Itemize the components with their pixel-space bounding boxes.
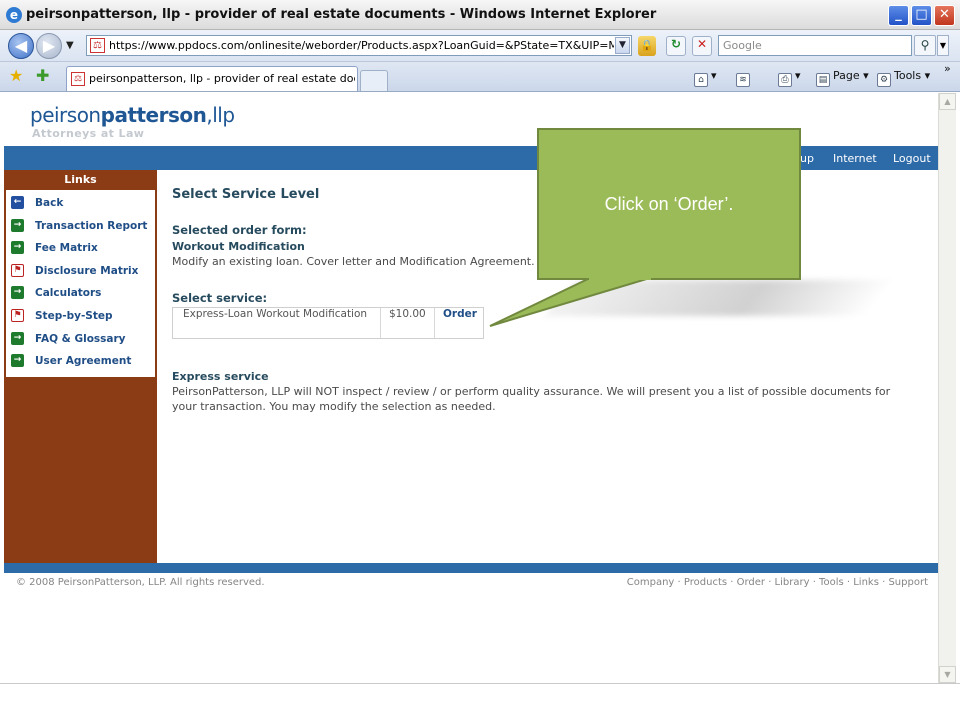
sidebar-item-calculators[interactable]: → Calculators (6, 282, 155, 305)
page-icon: ▤ (816, 73, 830, 87)
logo-suffix-text: ,llp (206, 103, 235, 127)
vertical-scrollbar[interactable]: ▲ ▼ (938, 93, 956, 683)
rss-icon: ≋ (736, 73, 750, 87)
browser-tab[interactable]: ⚖ peirsonpatterson, llp - provider of re… (66, 66, 358, 91)
tab-toolbar: ★ ✚ ⚖ peirsonpatterson, llp - provider o… (0, 62, 960, 92)
form-description: Modify an existing loan. Cover letter an… (172, 255, 535, 268)
sidebar-item-label: Calculators (35, 287, 102, 300)
express-service-line-2: your transaction. You may modify the sel… (172, 400, 496, 413)
sidebar-item-label: Step-by-Step (35, 309, 113, 322)
form-name: Workout Modification (172, 240, 305, 253)
sidebar-item-label: Disclosure Matrix (35, 264, 139, 277)
feeds-button[interactable]: ≋ (736, 69, 753, 87)
address-toolbar: ◀ ▶ ▼ ⚖ https://www.ppdocs.com/onlinesit… (0, 30, 960, 62)
logo-light-text: peirson (30, 103, 101, 127)
sidebar-item-transaction-report[interactable]: → Transaction Report (6, 215, 155, 238)
pdf-icon: ⚑ (11, 308, 24, 322)
sidebar-item-label: Back (35, 197, 64, 209)
favorites-star-icon[interactable]: ★ (9, 66, 23, 85)
sidebar-item-fee-matrix[interactable]: → Fee Matrix (6, 237, 155, 260)
topnav-item-logout[interactable]: Logout (893, 152, 931, 165)
close-button[interactable]: ✕ (934, 5, 955, 26)
sidebar-item-back[interactable]: ← Back (6, 192, 155, 215)
add-favorites-icon[interactable]: ✚ (36, 66, 49, 85)
tools-menu-label: Tools (894, 69, 922, 82)
footer-links[interactable]: Company · Products · Order · Library · T… (627, 577, 928, 588)
tab-title: peirsonpatterson, llp - provider of real… (89, 72, 355, 85)
arrow-right-icon: → (11, 218, 24, 232)
stop-icon[interactable]: ✕ (692, 36, 712, 56)
window-title: peirsonpatterson, llp - provider of real… (26, 7, 657, 22)
sidebar-item-label: User Agreement (35, 355, 132, 368)
recent-pages-dropdown[interactable]: ▼ (66, 40, 74, 51)
back-button[interactable]: ◀ (8, 33, 34, 59)
page-title: Select Service Level (172, 187, 320, 202)
instruction-callout: Click on ‘Order’. (537, 128, 801, 280)
refresh-icon[interactable]: ↻ (666, 36, 686, 56)
order-link[interactable]: Order (435, 308, 485, 338)
site-favicon-icon: ⚖ (90, 38, 105, 53)
scroll-up-arrow-icon[interactable]: ▲ (939, 93, 956, 110)
status-bar (0, 683, 960, 720)
address-field[interactable]: ⚖ https://www.ppdocs.com/onlinesite/webo… (86, 35, 632, 56)
lock-icon[interactable]: 🔒 (638, 36, 656, 56)
sidebar-item-user-agreement[interactable]: → User Agreement (6, 350, 155, 373)
tools-menu[interactable]: ⚙ Tools ▾ (877, 69, 930, 87)
page-menu-label: Page (833, 69, 860, 82)
address-url: https://www.ppdocs.com/onlinesite/webord… (109, 39, 614, 52)
forward-button[interactable]: ▶ (36, 33, 62, 59)
ie-logo-icon: e (6, 7, 22, 23)
arrow-right-icon: → (11, 241, 24, 255)
pdf-icon: ⚑ (11, 263, 24, 277)
service-row: Express-Loan Workout Modification $10.00… (172, 307, 484, 339)
site-logo[interactable]: peirsonpatterson,llp (30, 103, 235, 127)
more-commands-button[interactable]: » (944, 62, 951, 75)
back-arrow-icon: ← (11, 196, 24, 209)
footer-band (4, 563, 938, 573)
page-menu[interactable]: ▤ Page ▾ (816, 69, 869, 87)
sidebar-item-faq-glossary[interactable]: → FAQ & Glossary (6, 328, 155, 351)
callout-shadow (544, 280, 896, 316)
sidebar-item-step-by-step[interactable]: ⚑ Step-by-Step (6, 305, 155, 328)
sidebar-item-label: Transaction Report (35, 219, 148, 232)
copyright-text: © 2008 PeirsonPatterson, LLP. All rights… (16, 577, 265, 588)
address-dropdown-icon[interactable]: ▼ (615, 37, 630, 54)
service-price: $10.00 (389, 308, 426, 320)
arrow-right-icon: → (11, 331, 24, 345)
service-name: Express-Loan Workout Modification (183, 308, 368, 320)
search-input[interactable]: Google (718, 35, 912, 56)
express-service-line-1: PeirsonPatterson, LLP will NOT inspect /… (172, 385, 891, 398)
logo-tagline: Attorneys at Law (32, 127, 145, 140)
arrow-right-icon: → (11, 286, 24, 300)
window-titlebar: e peirsonpatterson, llp - provider of re… (0, 0, 960, 30)
topnav-item-up[interactable]: up (800, 152, 814, 165)
sidebar-links: ← Back → Transaction Report → Fee Matrix ⚑ D… (6, 190, 155, 377)
home-icon: ⌂ (694, 73, 708, 87)
search-options-dropdown[interactable]: ▼ (937, 35, 949, 56)
selected-order-form-label: Selected order form: (172, 223, 307, 237)
maximize-button[interactable]: □ (911, 5, 932, 26)
logo-bold-text: patterson (100, 103, 207, 127)
topnav-item-internet[interactable]: Internet (833, 152, 877, 165)
sidebar-header: Links (64, 173, 97, 186)
minimize-button[interactable]: _ (888, 5, 909, 26)
express-service-title: Express service (172, 370, 269, 383)
tab-favicon-icon: ⚖ (71, 72, 85, 86)
printer-icon: ⎙ (778, 73, 792, 87)
search-icon[interactable]: ⚲ (914, 35, 936, 56)
sidebar-item-label: Fee Matrix (35, 242, 98, 255)
new-tab-button[interactable] (360, 70, 388, 91)
sidebar-item-disclosure-matrix[interactable]: ⚑ Disclosure Matrix (6, 260, 155, 283)
sidebar-item-label: FAQ & Glossary (35, 332, 126, 345)
home-button[interactable]: ⌂ ▾ (694, 69, 717, 87)
print-button[interactable]: ⎙ ▾ (778, 69, 801, 87)
gear-icon: ⚙ (877, 73, 891, 87)
arrow-right-icon: → (11, 354, 24, 368)
callout-text: Click on ‘Order’. (604, 194, 734, 214)
sidebar: Links ← Back → Transaction Report → Fee Mat… (4, 170, 157, 564)
scroll-down-arrow-icon[interactable]: ▼ (939, 666, 956, 683)
select-service-label: Select service: (172, 291, 268, 305)
